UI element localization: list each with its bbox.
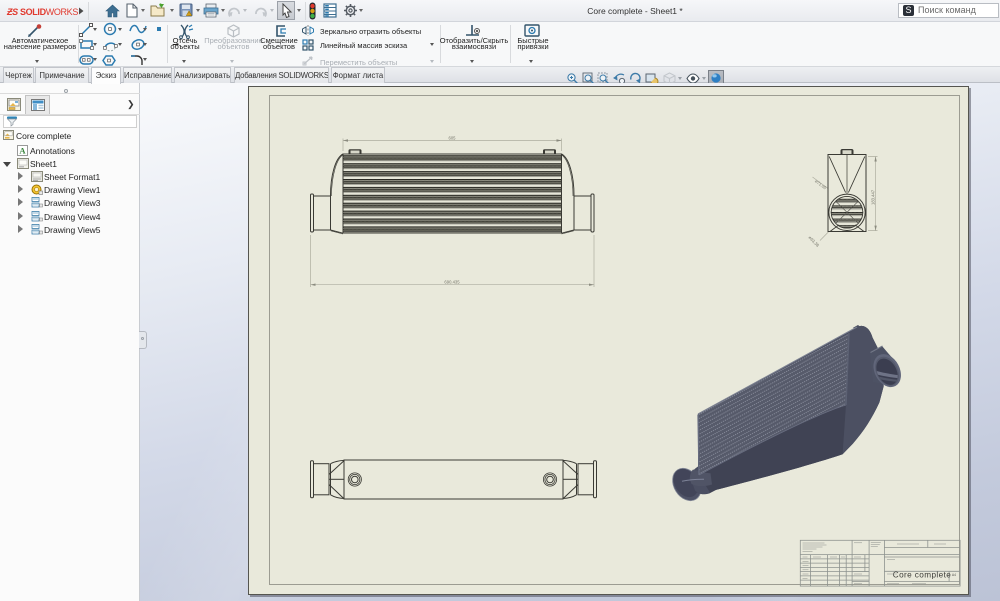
svg-text:A: A (19, 146, 26, 156)
svg-text:⌀71.05: ⌀71.05 (814, 179, 828, 191)
svg-text:⌀63.38: ⌀63.38 (808, 235, 821, 248)
svg-text:605: 605 (449, 136, 457, 141)
svg-text:!: ! (188, 11, 189, 16)
svg-text:690.435: 690.435 (444, 280, 460, 285)
svg-text:183.447: 183.447 (871, 189, 876, 205)
svg-text:A4: A4 (952, 573, 956, 577)
svg-text:Core complete: Core complete (893, 571, 951, 580)
